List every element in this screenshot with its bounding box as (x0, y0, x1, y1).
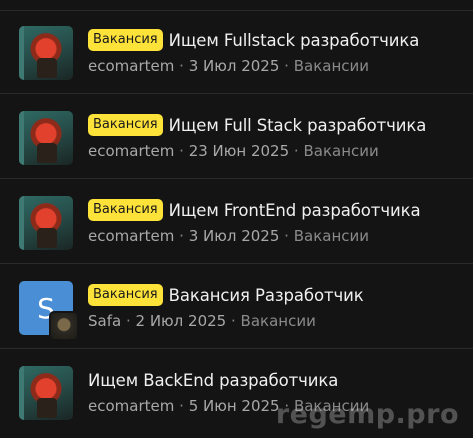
meta-separator: · (125, 312, 136, 330)
meta-separator: · (179, 142, 189, 160)
user-avatar-image[interactable] (19, 366, 73, 420)
thread-date[interactable]: 3 Июл 2025 (189, 57, 280, 75)
meta-separator: · (179, 227, 189, 245)
avatar[interactable] (19, 26, 73, 80)
prefix-badge[interactable]: Вакансия (88, 284, 163, 306)
avatar[interactable]: S (19, 281, 79, 341)
meta-separator: · (284, 57, 294, 75)
thread-row[interactable]: Вакансия Ищем FrontEnd разработчика ecom… (0, 180, 473, 264)
user-avatar-image[interactable] (19, 196, 73, 250)
thread-title[interactable]: Вакансия Разработчик (169, 286, 364, 305)
thread-row[interactable]: Вакансия Ищем Fullstack разработчика eco… (0, 10, 473, 94)
thread-author[interactable]: ecomartem (88, 57, 174, 75)
avatar[interactable] (19, 111, 73, 165)
thread-title[interactable]: Ищем Fullstack разработчика (169, 31, 420, 50)
thread-title[interactable]: Ищем BackEnd разработчика (88, 371, 338, 390)
thread-title[interactable]: Ищем Full Stack разработчика (169, 116, 427, 135)
thread-date[interactable]: 23 Июн 2025 (189, 142, 289, 160)
prefix-badge[interactable]: Вакансия (88, 114, 163, 136)
thread-author[interactable]: ecomartem (88, 397, 174, 415)
meta-separator: · (179, 57, 189, 75)
thread-date[interactable]: 5 Июн 2025 (189, 397, 280, 415)
thread-forum[interactable]: Вакансии (241, 312, 316, 330)
thread-forum[interactable]: Вакансии (294, 227, 369, 245)
thread-row[interactable]: Вакансия Ищем Full Stack разработчика ec… (0, 95, 473, 179)
thread-date[interactable]: 3 Июл 2025 (189, 227, 280, 245)
last-poster-avatar[interactable] (49, 311, 79, 341)
thread-forum[interactable]: Вакансии (294, 57, 369, 75)
prefix-badge[interactable]: Вакансия (88, 29, 163, 51)
avatar[interactable] (19, 366, 73, 420)
thread-author[interactable]: Safa (88, 312, 121, 330)
avatar[interactable] (19, 196, 73, 250)
user-avatar-image[interactable] (19, 26, 73, 80)
thread-date[interactable]: 2 Июл 2025 (136, 312, 227, 330)
thread-author[interactable]: ecomartem (88, 142, 174, 160)
meta-separator: · (231, 312, 241, 330)
meta-separator: · (179, 397, 189, 415)
thread-author[interactable]: ecomartem (88, 227, 174, 245)
thread-forum[interactable]: Вакансии (303, 142, 378, 160)
thread-row[interactable]: S Вакансия Вакансия Разработчик Safa · 2… (0, 265, 473, 349)
watermark: regemp.pro (275, 399, 459, 430)
prefix-badge[interactable]: Вакансия (88, 199, 163, 221)
meta-separator: · (284, 227, 294, 245)
thread-title[interactable]: Ищем FrontEnd разработчика (169, 201, 421, 220)
user-avatar-image[interactable] (19, 111, 73, 165)
